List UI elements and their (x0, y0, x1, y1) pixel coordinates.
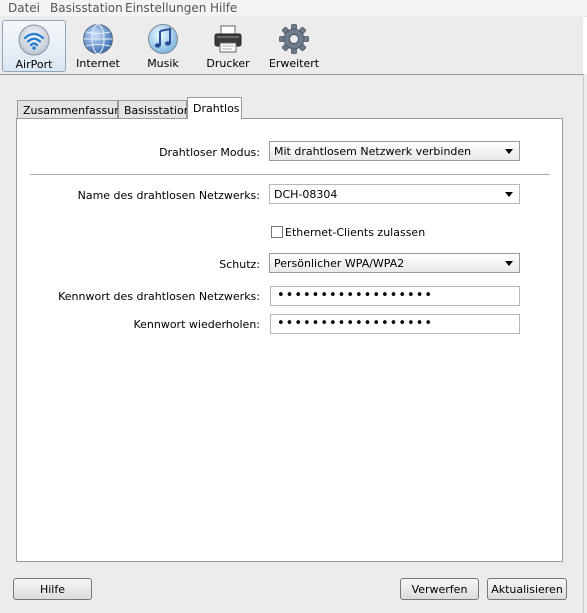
ethernet-clients-label: Ethernet-Clients zulassen (285, 226, 426, 239)
chevron-down-icon (505, 149, 513, 154)
password-label: Kennwort des drahtlosen Netzwerks: (58, 290, 260, 303)
menu-einstellungen[interactable]: Einstellungen (125, 1, 206, 15)
menu-hilfe[interactable]: Hilfe (210, 1, 237, 15)
globe-icon (83, 24, 113, 54)
chevron-down-icon (505, 192, 513, 197)
toolbar: AirPort Internet Musik Drucker Erweitert (0, 16, 583, 75)
network-name-value: DCH-08304 (274, 188, 338, 201)
menu-datei[interactable]: Datei (8, 1, 40, 15)
tab-drahtlos[interactable]: Drahtlos (187, 97, 242, 119)
toolbar-drucker-label: Drucker (206, 57, 250, 70)
tab-basisstation[interactable]: Basisstation (118, 100, 191, 118)
toolbar-airport-label: AirPort (15, 58, 53, 71)
tab-basisstation-label: Basisstation (124, 104, 191, 117)
password-repeat-label: Kennwort wiederholen: (133, 318, 260, 331)
toolbar-musik-button[interactable]: Musik (136, 20, 190, 72)
update-button[interactable]: Aktualisieren (487, 578, 567, 600)
ethernet-clients-checkbox[interactable] (271, 226, 283, 238)
discard-button[interactable]: Verwerfen (400, 578, 479, 600)
printer-icon (214, 25, 242, 53)
mode-select[interactable]: Mit drahtlosem Netzwerk verbinden (269, 141, 520, 161)
toolbar-drucker-button[interactable]: Drucker (200, 20, 256, 72)
divider (30, 174, 550, 175)
chevron-down-icon (505, 261, 513, 266)
mode-label: Drahtloser Modus: (159, 146, 260, 159)
toolbar-erweitert-label: Erweitert (268, 57, 320, 70)
network-name-combobox[interactable]: DCH-08304 (269, 184, 520, 204)
music-icon (148, 24, 178, 54)
password-field[interactable]: •••••••••••••••••• (270, 286, 520, 306)
network-name-label: Name des drahtlosen Netzwerks: (77, 189, 260, 202)
mode-select-value: Mit drahtlosem Netzwerk verbinden (274, 145, 472, 158)
toolbar-internet-button[interactable]: Internet (70, 20, 126, 72)
toolbar-erweitert-button[interactable]: Erweitert (264, 20, 324, 72)
menu-basisstation[interactable]: Basisstation (50, 1, 123, 15)
security-select[interactable]: Persönlicher WPA/WPA2 (269, 253, 520, 273)
tab-zusammenfassung[interactable]: Zusammenfassung (17, 100, 128, 118)
gear-icon (279, 24, 309, 54)
window-right-edge (583, 74, 587, 613)
security-select-value: Persönlicher WPA/WPA2 (274, 257, 405, 270)
security-label: Schutz: (219, 258, 260, 271)
toolbar-internet-label: Internet (76, 57, 120, 70)
menu-bar: Datei Basisstation Einstellungen Hilfe (0, 0, 587, 17)
toolbar-musik-label: Musik (147, 57, 179, 70)
password-repeat-field[interactable]: •••••••••••••••••• (270, 314, 520, 334)
wifi-icon (18, 24, 50, 56)
toolbar-airport-button[interactable]: AirPort (2, 20, 66, 72)
tab-zusammenfassung-label: Zusammenfassung (23, 104, 129, 117)
help-button[interactable]: Hilfe (13, 578, 92, 600)
tab-drahtlos-label: Drahtlos (193, 102, 240, 115)
